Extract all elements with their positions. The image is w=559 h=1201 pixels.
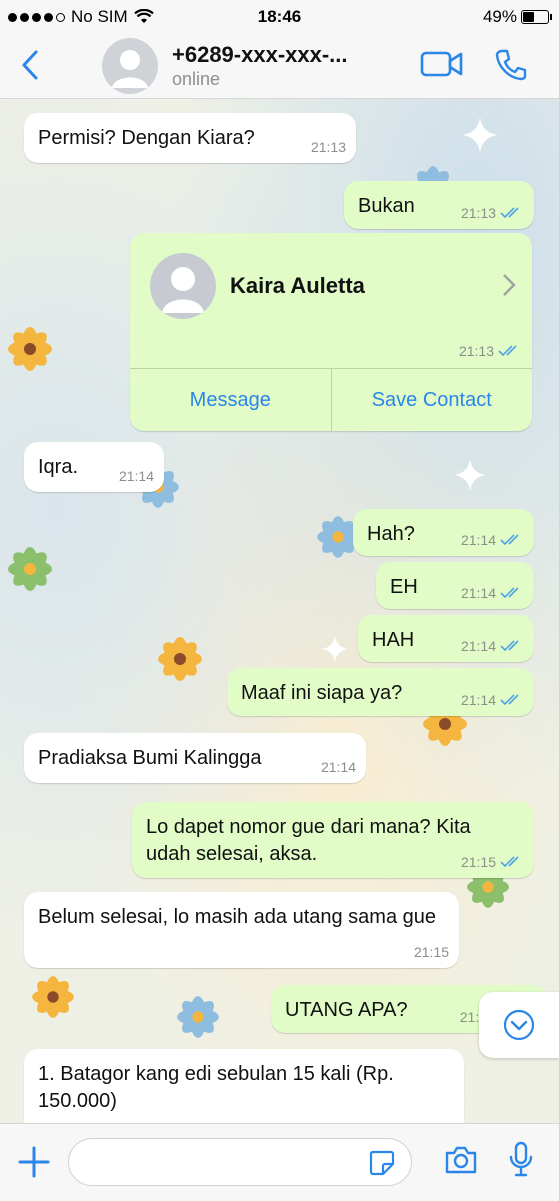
- message-text: Iqra.: [38, 456, 79, 478]
- message-contact-button[interactable]: Message: [130, 369, 331, 431]
- message-meta: 21:13: [461, 205, 524, 221]
- chevron-down-circle-icon: [503, 1009, 535, 1041]
- plus-icon[interactable]: [16, 1144, 52, 1180]
- status-time: 18:46: [257, 7, 302, 26]
- message-meta: 21:14: [119, 468, 154, 484]
- message-bubble-outgoing[interactable]: Hah? 21:14: [353, 509, 534, 556]
- message-meta: 21:14: [321, 759, 356, 775]
- default-avatar-icon: [162, 267, 204, 313]
- message-bubble-outgoing[interactable]: Maaf ini siapa ya? 21:14: [227, 668, 534, 716]
- message-meta: 21:14: [461, 585, 524, 601]
- camera-icon[interactable]: [444, 1145, 478, 1175]
- message-text: Permisi? Dengan Kiara?: [38, 127, 255, 149]
- message-bubble-incoming[interactable]: 1. Batagor kang edi sebulan 15 kali (Rp.…: [24, 1049, 464, 1123]
- wallpaper-flower-icon: [8, 547, 52, 591]
- contact-card-actions: Message Save Contact: [130, 368, 532, 431]
- phone-icon[interactable]: [494, 48, 528, 82]
- message-time: 21:15: [413, 944, 449, 960]
- contact-avatar[interactable]: [102, 38, 158, 94]
- battery-group: 49%: [482, 7, 552, 27]
- message-time: 21:14: [320, 759, 356, 775]
- sparkle-icon: [321, 635, 349, 663]
- default-avatar-icon: [112, 50, 148, 88]
- message-meta: 21:15: [461, 854, 524, 870]
- message-bubble-incoming[interactable]: Pradiaksa Bumi Kalingga 21:14: [24, 733, 366, 783]
- back-chevron-icon[interactable]: [18, 48, 42, 82]
- wallpaper-flower-icon: [158, 637, 202, 681]
- message-text: Belum selesai, lo masih ada utang sama g…: [38, 906, 437, 928]
- contact-card-avatar: [150, 253, 216, 319]
- wallpaper-flower-icon: [8, 327, 52, 371]
- microphone-icon[interactable]: [508, 1141, 534, 1179]
- message-bubble-outgoing[interactable]: Lo dapet nomor gue dari mana? Kita udah …: [132, 802, 534, 878]
- read-ticks-icon: [500, 694, 519, 706]
- battery-percent: 49%: [482, 7, 517, 26]
- battery-icon: [521, 10, 552, 24]
- message-time: 21:13: [310, 139, 346, 155]
- message-meta: 21:14: [461, 638, 524, 654]
- message-time: 21:14: [118, 468, 154, 484]
- chat-header: +6289-xxx-xxx-... online: [0, 34, 559, 99]
- read-ticks-icon: [500, 534, 519, 546]
- sticker-icon[interactable]: [368, 1149, 396, 1177]
- message-time: 21:15: [460, 854, 496, 870]
- chat-title[interactable]: +6289-xxx-xxx-...: [172, 42, 402, 68]
- wallpaper-flower-icon: [177, 996, 219, 1038]
- message-text: Hah?: [367, 523, 415, 545]
- read-ticks-icon: [498, 345, 517, 357]
- chat-area[interactable]: Permisi? Dengan Kiara? 21:13 Bukan 21:13…: [0, 99, 559, 1123]
- sparkle-icon: [462, 117, 498, 153]
- shared-contact-card[interactable]: Kaira Auletta 21:13 Message Save Contact: [130, 233, 532, 431]
- message-text: Pradiaksa Bumi Kalingga: [38, 747, 262, 769]
- save-contact-button[interactable]: Save Contact: [330, 369, 533, 431]
- message-meta: 21:14: [461, 532, 524, 548]
- read-ticks-icon: [500, 207, 519, 219]
- message-bubble-incoming[interactable]: Permisi? Dengan Kiara? 21:13: [24, 113, 356, 163]
- read-ticks-icon: [500, 587, 519, 599]
- composer-bar: [0, 1123, 559, 1201]
- chat-presence: online: [172, 69, 221, 89]
- message-bubble-incoming[interactable]: Belum selesai, lo masih ada utang sama g…: [24, 892, 459, 968]
- message-input[interactable]: [68, 1138, 412, 1186]
- contact-card-name: Kaira Auletta: [230, 273, 365, 298]
- message-bubble-outgoing[interactable]: HAH 21:14: [358, 615, 534, 662]
- message-text: Maaf ini siapa ya?: [241, 682, 403, 704]
- message-time: 21:14: [460, 692, 496, 708]
- message-text: Bukan: [358, 195, 415, 217]
- sparkle-icon: [453, 458, 487, 492]
- read-ticks-icon: [500, 856, 519, 868]
- chevron-right-icon[interactable]: [502, 273, 516, 297]
- message-bubble-incoming[interactable]: Iqra. 21:14: [24, 442, 164, 492]
- message-time: 21:14: [460, 532, 496, 548]
- message-time: 21:14: [460, 638, 496, 654]
- message-text: EH: [390, 576, 418, 598]
- message-bubble-outgoing[interactable]: EH 21:14: [376, 562, 534, 609]
- message-time: 21:13: [460, 205, 496, 221]
- message-time: 21:14: [460, 585, 496, 601]
- message-meta: 21:15: [414, 944, 449, 960]
- message-text: 1. Batagor kang edi sebulan 15 kali (Rp.…: [38, 1063, 394, 1112]
- message-text: UTANG APA?: [285, 999, 408, 1021]
- message-time: 21:13: [458, 343, 494, 359]
- message-meta: 21:13: [459, 343, 522, 359]
- message-bubble-outgoing[interactable]: Bukan 21:13: [344, 181, 534, 229]
- video-call-icon[interactable]: [420, 48, 464, 80]
- status-bar: No SIM 18:46 49%: [0, 0, 559, 34]
- message-text: HAH: [372, 629, 415, 651]
- read-ticks-icon: [500, 640, 519, 652]
- message-meta: 21:14: [461, 692, 524, 708]
- wallpaper-flower-icon: [32, 976, 74, 1018]
- scroll-to-bottom-button[interactable]: [479, 992, 559, 1058]
